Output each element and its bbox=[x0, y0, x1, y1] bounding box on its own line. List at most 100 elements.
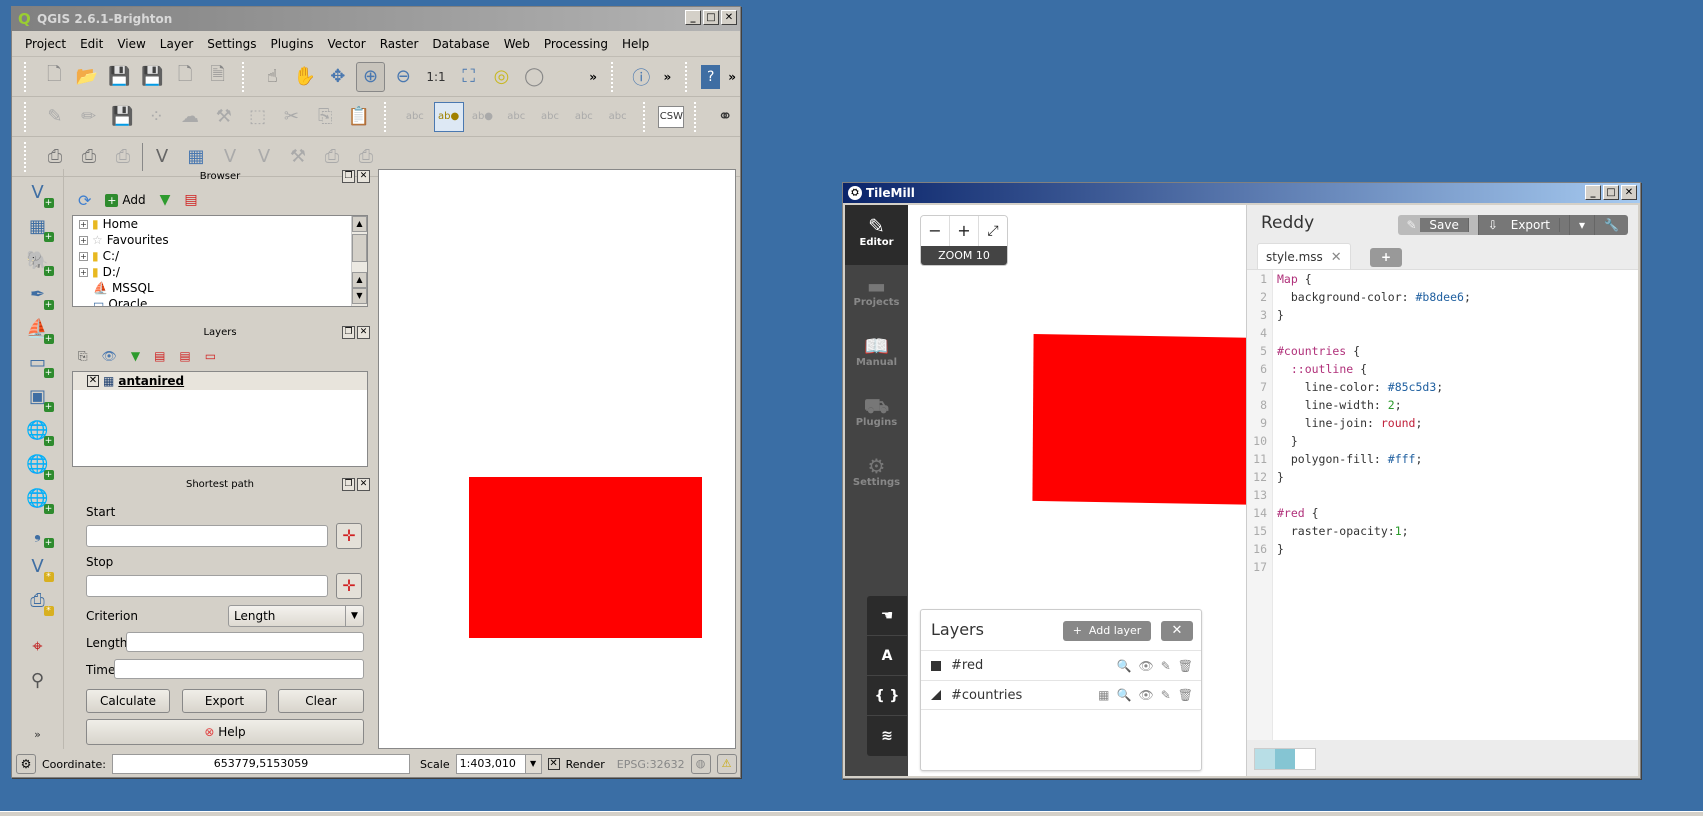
pin-label-icon[interactable]: ab● bbox=[433, 101, 464, 132]
add-wcs-layer-icon[interactable]: 🌐 + bbox=[24, 451, 54, 480]
current-edits-icon[interactable]: ✎ bbox=[40, 102, 70, 132]
fullscreen-button[interactable]: ⤢ bbox=[979, 216, 1007, 246]
save-as-icon[interactable]: 💾 bbox=[138, 62, 167, 92]
code-line[interactable]: 17 bbox=[1247, 558, 1638, 576]
delete-selected-icon[interactable]: ⬚ bbox=[243, 102, 273, 132]
tree-item-mssql[interactable]: ⛵ MSSQL bbox=[73, 280, 367, 296]
new-stylesheet-button[interactable]: + bbox=[1370, 248, 1402, 267]
binoculars-icon[interactable]: ⚭ bbox=[710, 102, 740, 132]
criterion-select[interactable]: Length ▼ bbox=[228, 605, 364, 627]
add-spatialite-layer-icon[interactable]: ✒ + bbox=[24, 281, 54, 310]
minimize-button[interactable]: _ bbox=[685, 10, 701, 25]
identify-icon[interactable]: ⓘ bbox=[627, 62, 656, 92]
zoom-to-selection-icon[interactable]: ◎ bbox=[487, 62, 516, 92]
toolbar-overflow-icon[interactable]: » bbox=[724, 70, 740, 84]
change-label-icon[interactable]: abc bbox=[603, 102, 633, 132]
expand-toolbar-icon[interactable]: » bbox=[24, 721, 52, 748]
toggle-extents-mouse-icon[interactable]: ⚙ bbox=[16, 754, 36, 774]
nav-plugins[interactable]: ⛟ Plugins bbox=[845, 385, 908, 445]
composer-manager-icon[interactable]: 🗎 bbox=[203, 62, 232, 92]
filter-icon[interactable]: ▼ bbox=[160, 192, 171, 208]
nav-manual[interactable]: 📖 Manual bbox=[845, 325, 908, 385]
carto-reference-icon[interactable]: { } bbox=[867, 676, 907, 716]
message-log-icon[interactable]: ⚠ bbox=[716, 754, 737, 774]
help-icon[interactable]: ? bbox=[701, 64, 721, 89]
code-line[interactable]: 7 line-color: #85c5d3; bbox=[1247, 378, 1638, 396]
tree-item-d-drive[interactable]: + ▮ D:/ bbox=[73, 264, 367, 280]
trash-icon[interactable]: 🗑 bbox=[1178, 688, 1193, 702]
toolbar-grip[interactable] bbox=[24, 61, 30, 92]
toolbar-grip[interactable] bbox=[242, 61, 248, 92]
toolbar-grip[interactable] bbox=[24, 141, 30, 172]
code-line[interactable]: 1 Map { bbox=[1247, 270, 1638, 288]
coordinate-field[interactable]: 653779,5153059 bbox=[112, 754, 411, 774]
filter-legend-icon[interactable]: ▼ bbox=[131, 349, 140, 363]
trash-icon[interactable]: 🗑 bbox=[1178, 659, 1193, 673]
zoom-native-icon[interactable]: 1:1 bbox=[422, 62, 451, 92]
search-icon[interactable]: 🔍 bbox=[1117, 688, 1132, 702]
toolbar-grip[interactable] bbox=[694, 101, 700, 132]
export-button[interactable]: ⇩ Export bbox=[1478, 215, 1571, 235]
menu-processing[interactable]: Processing bbox=[537, 37, 615, 51]
float-dock-button[interactable]: ❐ bbox=[342, 326, 355, 339]
table-icon[interactable]: ▦ bbox=[1098, 688, 1109, 702]
zoom-to-layer-icon[interactable]: ◯ bbox=[520, 62, 549, 92]
layout-edit-icon[interactable]: ⎙ bbox=[351, 142, 381, 172]
code-line[interactable]: 14 #red { bbox=[1247, 504, 1638, 522]
save-button[interactable]: ✎ Save bbox=[1397, 215, 1479, 235]
close-dock-button[interactable]: ✕ bbox=[357, 478, 370, 491]
palette-swatch[interactable] bbox=[1275, 749, 1295, 769]
maximize-button[interactable]: □ bbox=[703, 10, 719, 25]
show-hide-label-icon[interactable]: abc bbox=[501, 102, 531, 132]
crs-globe-icon[interactable]: ◍ bbox=[690, 754, 711, 774]
menu-help[interactable]: Help bbox=[615, 37, 656, 51]
menu-layer[interactable]: Layer bbox=[153, 37, 200, 51]
close-button[interactable]: ✕ bbox=[1621, 185, 1637, 200]
crosshair-icon[interactable]: ⌖ bbox=[24, 633, 52, 660]
expand-all-icon[interactable]: ▤ bbox=[154, 349, 165, 363]
length-output[interactable] bbox=[126, 632, 364, 652]
code-line[interactable]: 13 bbox=[1247, 486, 1638, 504]
menu-raster[interactable]: Raster bbox=[373, 37, 426, 51]
export-button[interactable]: Export bbox=[182, 689, 267, 713]
pan-to-selection-icon[interactable]: ✥ bbox=[323, 62, 352, 92]
menu-database[interactable]: Database bbox=[425, 37, 496, 51]
tree-item-c-drive[interactable]: + ▮ C:/ bbox=[73, 248, 367, 264]
highlight-pinned-label-icon[interactable]: ab● bbox=[468, 102, 498, 132]
nav-projects[interactable]: ▬ Projects bbox=[845, 265, 908, 325]
browser-scrollbar[interactable]: ▲ ▲ ▼ bbox=[351, 216, 367, 306]
remove-layer-icon[interactable]: ▭ bbox=[205, 349, 216, 363]
export-dropdown-button[interactable]: ▾ bbox=[1570, 215, 1596, 235]
remove-db-layer-icon[interactable]: ⎙ bbox=[108, 142, 138, 172]
fonts-icon[interactable]: A bbox=[867, 636, 907, 676]
add-db2-layer-icon[interactable]: ▣ + bbox=[24, 383, 54, 412]
add-wfs-layer-icon[interactable]: 🌐 + bbox=[24, 485, 54, 514]
menu-web[interactable]: Web bbox=[497, 37, 537, 51]
eye-icon[interactable]: 👁 bbox=[1138, 688, 1153, 702]
menu-settings[interactable]: Settings bbox=[200, 37, 263, 51]
rotate-label-icon[interactable]: abc bbox=[569, 102, 599, 132]
search-icon[interactable]: 🔍 bbox=[1117, 659, 1132, 673]
toolbar-grip[interactable] bbox=[685, 61, 691, 92]
pencil-icon[interactable]: ✎ bbox=[1161, 659, 1171, 673]
add-wms-layer-icon[interactable]: 🌐 + bbox=[24, 417, 54, 446]
minimize-button[interactable]: _ bbox=[1585, 185, 1601, 200]
close-dock-button[interactable]: ✕ bbox=[357, 326, 370, 339]
menu-vector[interactable]: Vector bbox=[320, 37, 372, 51]
new-db-layer-icon[interactable]: ⎙ bbox=[74, 142, 104, 172]
toolbar-grip[interactable] bbox=[611, 61, 617, 92]
touch-zoom-icon[interactable]: ☝ bbox=[258, 62, 287, 92]
float-dock-button[interactable]: ❐ bbox=[342, 478, 355, 491]
code-line[interactable]: 9 line-join: round; bbox=[1247, 414, 1638, 432]
open-project-icon[interactable]: 📂 bbox=[73, 62, 102, 92]
toolbar-grip[interactable] bbox=[24, 101, 30, 132]
visibility-icon[interactable]: 👁 bbox=[102, 349, 117, 363]
compass-icon[interactable]: ⚲ bbox=[24, 667, 52, 694]
code-line[interactable]: 2 background-color: #b8dee6; bbox=[1247, 288, 1638, 306]
move-feature-icon[interactable]: ☁ bbox=[175, 102, 205, 132]
toolbar-overflow-icon[interactable]: » bbox=[660, 70, 676, 84]
code-line[interactable]: 16} bbox=[1247, 540, 1638, 558]
close-tab-icon[interactable]: ✕ bbox=[1331, 250, 1342, 265]
toolbar-overflow-icon[interactable]: » bbox=[585, 70, 601, 84]
layout-icon[interactable]: ⎙ bbox=[317, 142, 347, 172]
